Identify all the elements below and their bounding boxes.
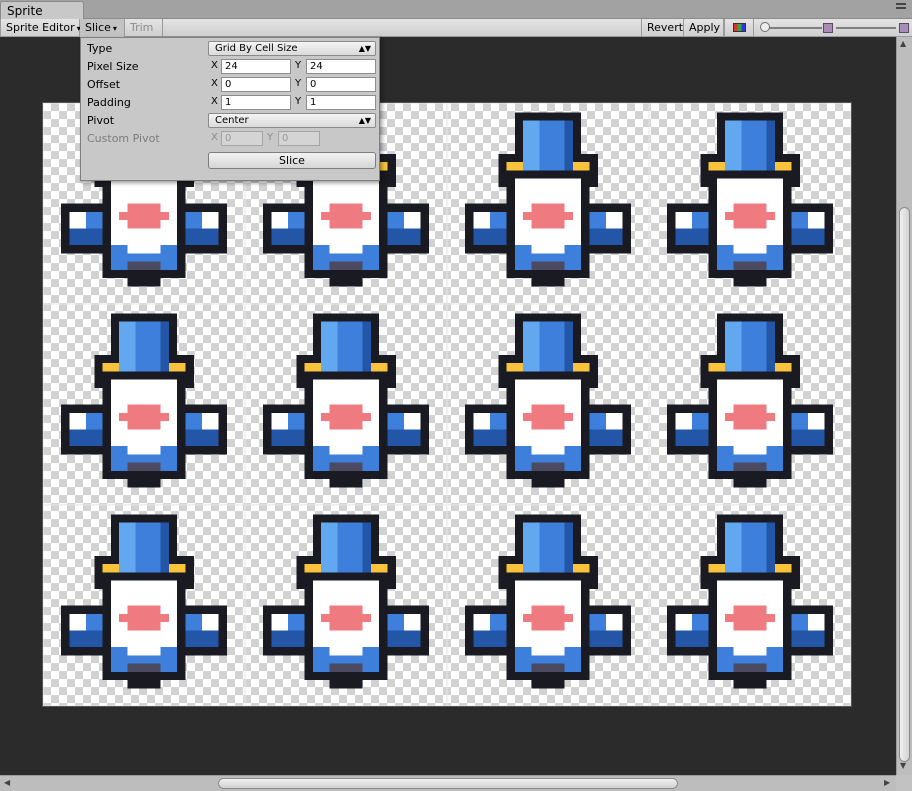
scrollbar-corner xyxy=(896,775,912,791)
sprite-cell[interactable] xyxy=(43,304,245,505)
x-axis-label: X xyxy=(211,132,218,143)
rgb-channel-icon xyxy=(733,23,746,32)
offset-y-field[interactable]: 0 xyxy=(306,77,376,92)
padding-row: Padding X 1 Y 1 xyxy=(87,94,376,110)
pivot-dropdown[interactable]: Center ▲▼ xyxy=(208,113,376,128)
custom-pivot-row: Custom Pivot X 0 Y 0 xyxy=(87,130,375,146)
type-row: Type Grid By Cell Size ▲▼ xyxy=(87,40,376,56)
scroll-up-icon[interactable]: ▲ xyxy=(900,39,906,48)
window-tab-strip: Sprite Editor xyxy=(0,0,912,32)
scroll-left-icon[interactable]: ◀ xyxy=(4,778,10,787)
offset-label: Offset xyxy=(87,78,121,91)
pixel-size-x-field[interactable]: 24 xyxy=(221,59,291,74)
slice-menu-label: Slice xyxy=(85,21,111,34)
pivot-row: Pivot Center ▲▼ xyxy=(87,112,376,128)
updown-arrows-icon: ▲▼ xyxy=(358,44,371,53)
y-axis-label: Y xyxy=(295,78,302,89)
padding-x-field[interactable]: 1 xyxy=(221,95,291,110)
blue-spaceship-icon xyxy=(44,305,244,504)
dropdown-caret-icon: ▾ xyxy=(112,24,117,33)
custom-pivot-y-field[interactable]: 0 xyxy=(278,131,320,146)
blue-spaceship-icon xyxy=(448,305,648,504)
blue-spaceship-icon xyxy=(650,305,850,504)
slice-button[interactable]: Slice xyxy=(208,152,376,169)
sprite-cell[interactable] xyxy=(649,103,851,304)
apply-button[interactable]: Apply xyxy=(684,19,724,37)
sprite-sheet[interactable] xyxy=(42,102,852,707)
type-dropdown[interactable]: Grid By Cell Size ▲▼ xyxy=(208,41,376,56)
slice-menu-button[interactable]: Slice ▾ xyxy=(80,19,125,37)
y-axis-label: Y xyxy=(267,132,274,143)
color-channel-toggle[interactable] xyxy=(724,19,754,37)
x-axis-label: X xyxy=(211,60,218,71)
scroll-right-icon[interactable]: ▶ xyxy=(884,778,890,787)
custom-pivot-label: Custom Pivot xyxy=(87,132,160,145)
updown-arrows-icon: ▲▼ xyxy=(358,116,371,125)
pixel-size-row: Pixel Size X 24 Y 24 xyxy=(87,58,376,74)
mode-dropdown[interactable]: Sprite Editor ▾ xyxy=(0,19,81,37)
sprite-cell[interactable] xyxy=(43,505,245,706)
mip-low-icon xyxy=(823,23,833,33)
revert-button[interactable]: Revert xyxy=(641,19,684,37)
vertical-scrollbar[interactable]: ▲ ▼ xyxy=(896,37,912,775)
mip-slider-track[interactable] xyxy=(836,27,896,29)
sprite-cell[interactable] xyxy=(245,505,447,706)
blue-spaceship-icon xyxy=(246,305,446,504)
x-axis-label: X xyxy=(211,78,218,89)
y-axis-label: Y xyxy=(295,96,302,107)
blue-spaceship-icon xyxy=(650,104,850,303)
y-axis-label: Y xyxy=(295,60,302,71)
blue-spaceship-icon xyxy=(44,506,244,705)
sprite-cell[interactable] xyxy=(649,505,851,706)
sprite-cell[interactable] xyxy=(245,304,447,505)
offset-x-field[interactable]: 0 xyxy=(221,77,291,92)
type-label: Type xyxy=(87,42,113,55)
zoom-slider-thumb[interactable] xyxy=(760,22,770,32)
pivot-value: Center xyxy=(215,115,249,126)
padding-y-field[interactable]: 1 xyxy=(306,95,376,110)
pixel-size-y-field[interactable]: 24 xyxy=(306,59,376,74)
sprite-cell[interactable] xyxy=(447,103,649,304)
type-value: Grid By Cell Size xyxy=(215,43,298,54)
horizontal-scroll-thumb[interactable] xyxy=(218,778,678,789)
trim-button[interactable]: Trim xyxy=(125,19,163,37)
scroll-down-icon[interactable]: ▼ xyxy=(900,761,906,770)
sprite-cell[interactable] xyxy=(447,304,649,505)
custom-pivot-x-field[interactable]: 0 xyxy=(221,131,263,146)
window-menu-icon[interactable] xyxy=(896,1,906,11)
mode-dropdown-label: Sprite Editor xyxy=(6,21,75,34)
pivot-label: Pivot xyxy=(87,114,115,127)
blue-spaceship-icon xyxy=(448,104,648,303)
sprite-cell[interactable] xyxy=(447,505,649,706)
blue-spaceship-icon xyxy=(448,506,648,705)
sprite-editor-tab[interactable]: Sprite Editor xyxy=(0,1,84,32)
padding-label: Padding xyxy=(87,96,131,109)
vertical-scroll-thumb[interactable] xyxy=(899,207,910,762)
sprite-cell[interactable] xyxy=(649,304,851,505)
mip-high-icon xyxy=(899,23,909,33)
blue-spaceship-icon xyxy=(650,506,850,705)
offset-row: Offset X 0 Y 0 xyxy=(87,76,376,92)
pixel-size-label: Pixel Size xyxy=(87,60,139,73)
blue-spaceship-icon xyxy=(246,506,446,705)
x-axis-label: X xyxy=(211,96,218,107)
slice-popup: Type Grid By Cell Size ▲▼ Pixel Size X 2… xyxy=(80,37,380,181)
horizontal-scrollbar[interactable]: ◀ ▶ xyxy=(0,775,896,791)
toolbar: Sprite Editor ▾ Slice ▾ Trim Revert Apply xyxy=(0,19,912,37)
zoom-slider-track[interactable] xyxy=(764,27,822,29)
